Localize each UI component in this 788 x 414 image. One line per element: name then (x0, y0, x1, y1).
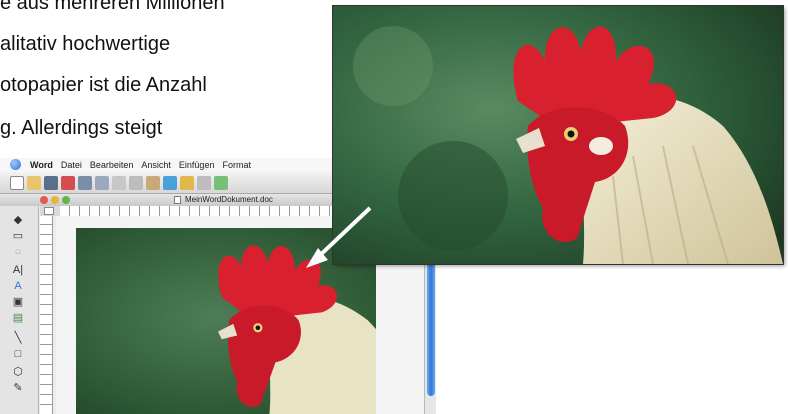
new-doc-icon[interactable] (10, 175, 24, 190)
line-tool-icon[interactable]: ╲ (10, 332, 26, 345)
menu-format[interactable]: Format (222, 160, 251, 170)
document-title: MeinWordDokument.doc (185, 195, 273, 204)
doc-text-line-2: alitativ hochwertige (0, 33, 171, 55)
line-color-tool-icon[interactable]: ✎ (10, 382, 26, 395)
menu-datei[interactable]: Datei (61, 160, 82, 170)
cut-icon[interactable] (112, 175, 126, 190)
apple-icon[interactable] (10, 159, 21, 170)
fill-tool-icon[interactable]: ◆ (10, 214, 26, 227)
rectangle-tool-icon[interactable]: □ (10, 348, 26, 361)
zoom-icon[interactable] (95, 175, 109, 190)
paste-icon[interactable] (146, 175, 160, 190)
autoshape-tool-icon[interactable]: ⬡ (10, 366, 26, 379)
document-icon (174, 196, 181, 204)
print-icon[interactable] (61, 175, 75, 190)
doc-text-line-3: otopapier ist die Anzahl (0, 74, 207, 96)
menu-ansicht[interactable]: Ansicht (141, 160, 171, 170)
preview-icon[interactable] (78, 175, 92, 190)
copy-icon[interactable] (129, 175, 143, 190)
close-button[interactable] (40, 196, 48, 204)
save-icon[interactable] (44, 175, 58, 190)
standard-toolbar (0, 172, 340, 194)
tool-extra-icon[interactable] (214, 175, 228, 190)
clipart-tool-icon[interactable]: ▣ (10, 296, 26, 309)
wordart-tool-icon[interactable]: A (10, 280, 26, 293)
menu-word[interactable]: Word (30, 160, 53, 170)
doc-text-line-1: e aus mehreren Millionen (0, 0, 225, 14)
drawing-toolbox: ◆ ▭ ○ A| A ▣ ▤ ╲ □ ⬡ ✎ (0, 206, 39, 414)
open-icon[interactable] (27, 175, 41, 190)
menu-bar: Word Datei Bearbeiten Ansicht Einfügen F… (0, 158, 340, 172)
rooster-illustration (333, 6, 783, 264)
menu-einfuegen[interactable]: Einfügen (179, 160, 215, 170)
vertical-ruler[interactable] (40, 216, 53, 414)
text-tool-icon[interactable]: A| (10, 264, 26, 277)
zoom-button[interactable] (62, 196, 70, 204)
redo-icon[interactable] (197, 175, 211, 190)
scrollbar-thumb[interactable] (427, 246, 435, 396)
textbox-tool-icon[interactable]: ▭ (10, 230, 26, 243)
document-title-bar: MeinWordDokument.doc (0, 194, 340, 206)
minimize-button[interactable] (51, 196, 59, 204)
enlarged-rooster-photo (333, 6, 783, 264)
picture-tool-icon[interactable]: ▤ (10, 312, 26, 325)
menu-bearbeiten[interactable]: Bearbeiten (90, 160, 134, 170)
doc-text-line-4: g. Allerdings steigt (0, 117, 163, 139)
inserted-rooster-photo[interactable] (76, 228, 376, 414)
tab-stop-button[interactable] (44, 207, 54, 215)
shape-tool-icon[interactable]: ○ (10, 246, 26, 259)
format-painter-icon[interactable] (163, 175, 177, 190)
undo-icon[interactable] (180, 175, 194, 190)
